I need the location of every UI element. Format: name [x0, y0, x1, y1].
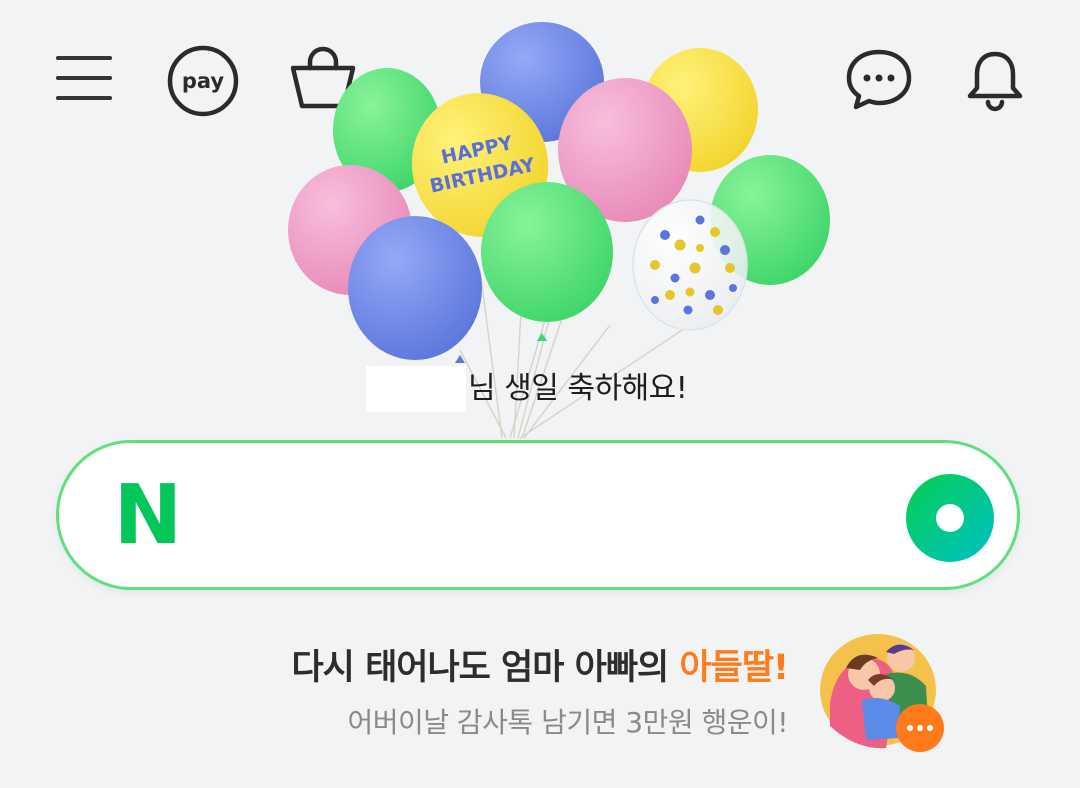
balloon-blue-front: [348, 216, 482, 360]
pay-icon: pay: [167, 45, 239, 117]
balloon-confetti: [632, 199, 748, 331]
family-illustration-icon: [820, 634, 944, 752]
notification-button[interactable]: [964, 46, 1026, 112]
promo-subtitle: 어버이날 감사톡 남기면 3만원 행운이!: [347, 706, 788, 739]
talk-button[interactable]: [844, 46, 914, 112]
birthday-greeting: 님 생일 축하해요!: [0, 365, 1080, 415]
promo-title-prefix: 다시 태어나도 엄마 아빠의: [291, 648, 680, 688]
search-input[interactable]: [209, 473, 873, 559]
menu-button[interactable]: [52, 50, 116, 106]
promo-title-accent: 아들딸!: [679, 648, 789, 688]
birthday-message: 님 생일 축하해요!: [468, 371, 688, 406]
pay-button[interactable]: pay: [164, 44, 242, 118]
bell-icon: [967, 51, 1023, 112]
green-dot-icon[interactable]: [905, 473, 995, 563]
naver-logo-icon[interactable]: N: [111, 483, 185, 549]
search-bar[interactable]: N: [56, 440, 1020, 590]
pay-label: pay: [182, 69, 225, 93]
promo-title: 다시 태어나도 엄마 아빠의 아들딸!: [291, 646, 789, 690]
talk-icon: [846, 49, 912, 110]
user-name-placeholder: [366, 366, 466, 412]
promo-banner[interactable]: 다시 태어나도 엄마 아빠의 아들딸! 어버이날 감사톡 남기면 3만원 행운이…: [0, 630, 1080, 788]
menu-icon: [56, 56, 112, 100]
balloon-green-front: [481, 182, 613, 322]
svg-text:N: N: [114, 483, 183, 549]
